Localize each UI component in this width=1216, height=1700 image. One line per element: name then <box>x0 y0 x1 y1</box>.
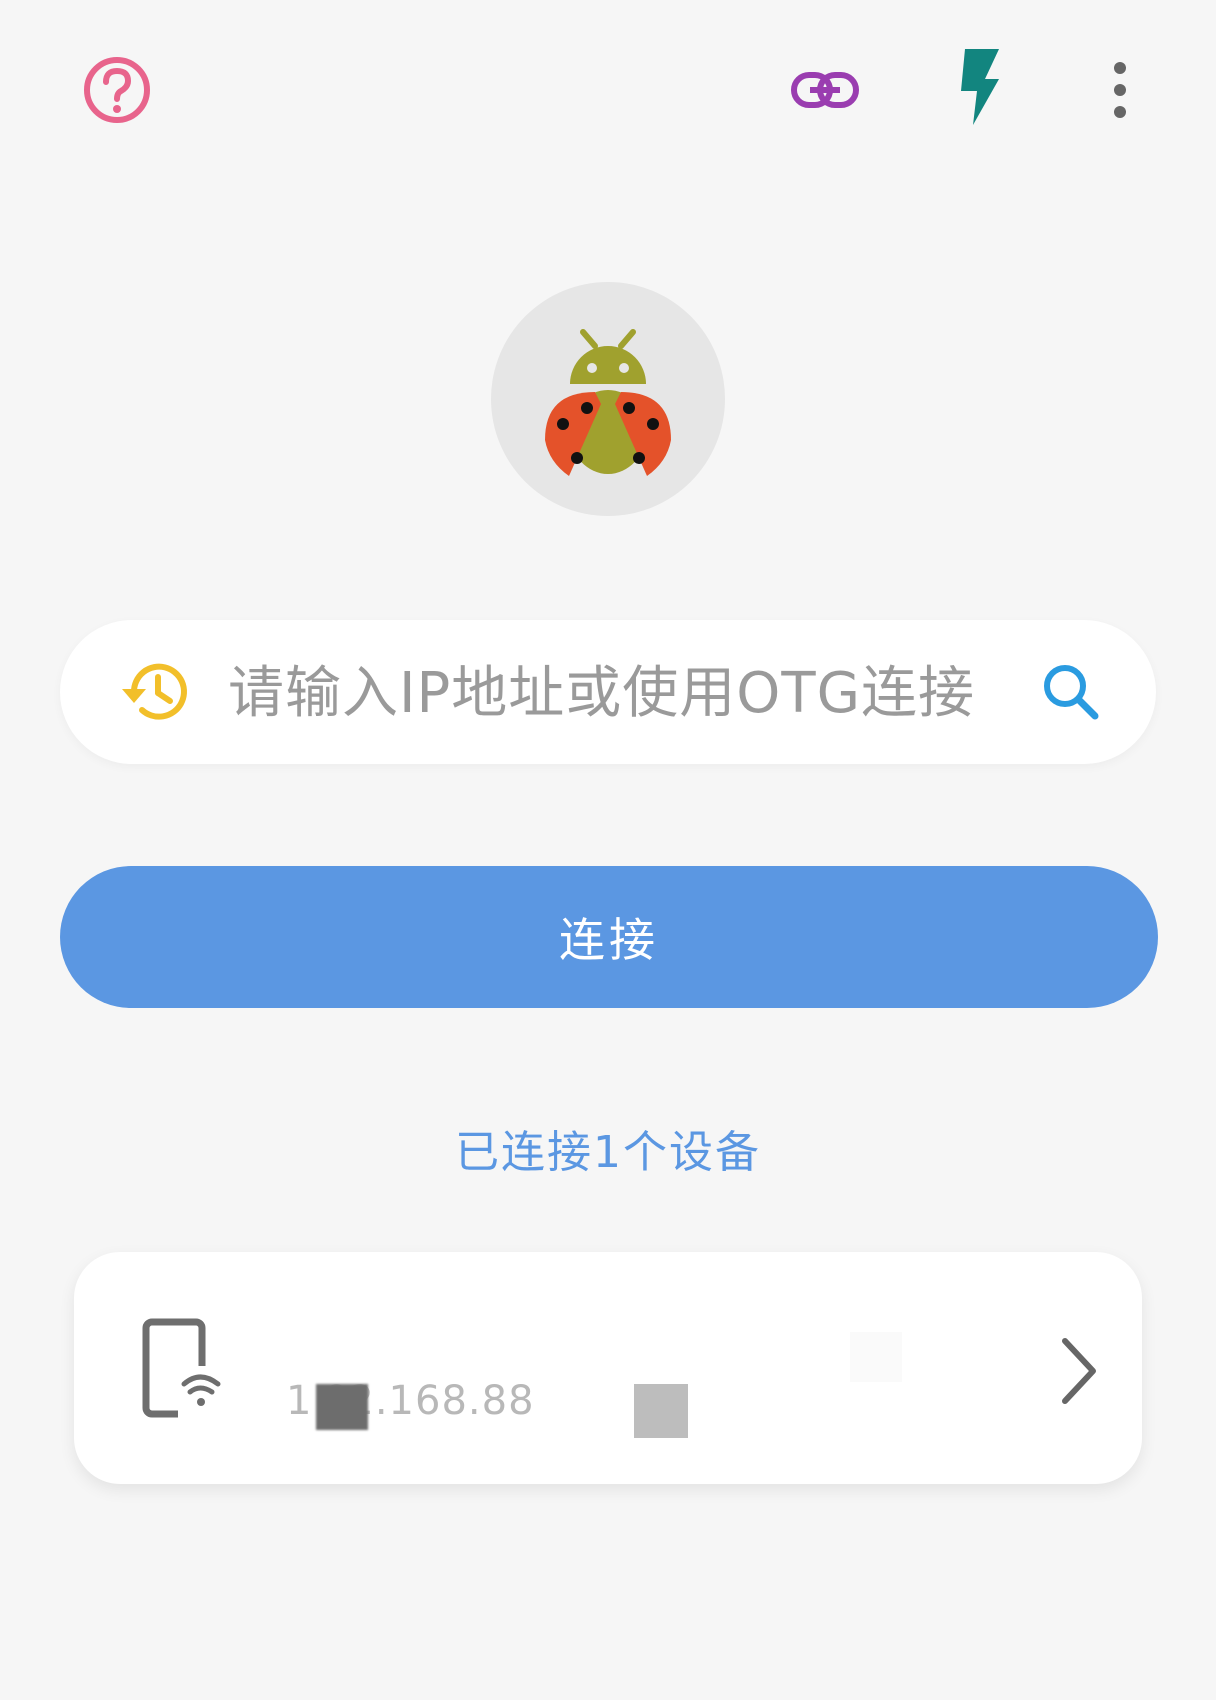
phone-wifi-icon <box>142 1318 234 1422</box>
ip-address-input[interactable] <box>226 654 1060 732</box>
flash-icon <box>961 49 999 125</box>
connected-devices-link[interactable]: 已连接1个设备 <box>0 1116 1216 1180</box>
more-vertical-icon <box>1114 62 1126 118</box>
redaction-block <box>634 1384 688 1438</box>
device-detail-button[interactable] <box>1044 1334 1114 1408</box>
help-circle-icon <box>84 57 150 123</box>
device-icon-wrap <box>142 1318 234 1422</box>
redaction-block <box>316 1384 368 1430</box>
history-button[interactable] <box>112 650 196 734</box>
device-list-item[interactable]: 1 ?2.168.88 <box>74 1252 1142 1484</box>
search-bar <box>60 620 1156 764</box>
search-icon <box>1044 665 1099 720</box>
help-button[interactable] <box>70 48 164 132</box>
more-options-button[interactable] <box>1090 48 1150 132</box>
flash-button[interactable] <box>940 40 1020 134</box>
search-button[interactable] <box>1026 650 1116 734</box>
link-icon <box>791 72 859 108</box>
link-button[interactable] <box>780 48 870 132</box>
app-logo <box>491 282 725 516</box>
ladybug-android-icon <box>545 329 671 476</box>
chevron-right-icon <box>1062 1338 1096 1404</box>
connect-button[interactable]: 连接 <box>60 866 1158 1008</box>
redaction-block <box>850 1332 902 1382</box>
history-icon <box>122 663 187 720</box>
